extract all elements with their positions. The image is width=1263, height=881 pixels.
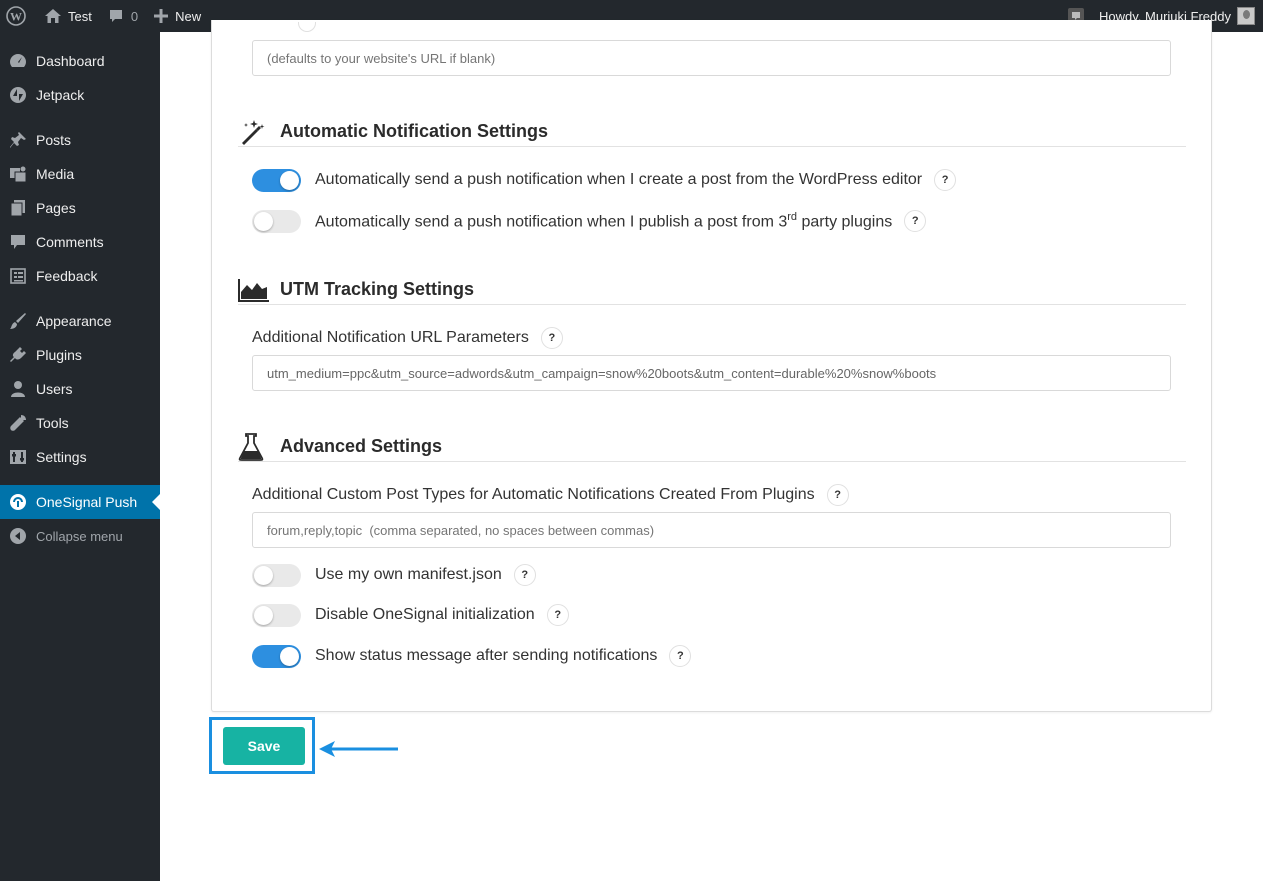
option-label: Disable OneSignal initialization bbox=[315, 606, 535, 623]
status-message-toggle[interactable] bbox=[252, 644, 301, 668]
site-name: Test bbox=[68, 8, 92, 24]
new-label: New bbox=[175, 8, 202, 24]
comment-icon bbox=[109, 10, 122, 22]
admin-sidebar: Dashboard Jetpack Posts Media Pages Comm… bbox=[0, 32, 160, 881]
wordpress-icon: W bbox=[6, 6, 26, 26]
wordpress-logo-button[interactable]: W bbox=[0, 0, 36, 32]
home-icon bbox=[45, 9, 61, 23]
option-label: Automatically send a push notification w… bbox=[315, 210, 893, 231]
disable-init-toggle[interactable] bbox=[252, 603, 301, 627]
plus-icon bbox=[154, 9, 169, 23]
sidebar-item-settings[interactable]: Settings bbox=[0, 440, 160, 474]
auto-send-editor-option: Automatically send a push notification w… bbox=[252, 168, 957, 192]
save-button[interactable]: Save bbox=[223, 727, 305, 765]
sidebar-item-label: Pages bbox=[36, 200, 76, 216]
pages-icon bbox=[10, 200, 25, 217]
sidebar-item-label: Appearance bbox=[36, 313, 112, 329]
sidebar-item-pages[interactable]: Pages bbox=[0, 191, 160, 225]
sidebar-item-label: Tools bbox=[36, 415, 69, 431]
sidebar-item-tools[interactable]: Tools bbox=[0, 406, 160, 440]
site-url-input[interactable] bbox=[252, 40, 1171, 76]
media-icon bbox=[10, 166, 27, 183]
help-icon[interactable]: ? bbox=[546, 604, 569, 626]
wrench-icon bbox=[10, 415, 26, 431]
svg-text:W: W bbox=[10, 10, 22, 24]
section-title: UTM Tracking Settings bbox=[280, 279, 475, 299]
user-icon bbox=[11, 381, 25, 397]
sidebar-item-label: Collapse menu bbox=[36, 528, 123, 544]
site-name-link[interactable]: Test bbox=[36, 0, 100, 32]
field-label: Additional Custom Post Types for Automat… bbox=[252, 486, 815, 503]
sidebar-item-users[interactable]: Users bbox=[0, 372, 160, 406]
sidebar-item-appearance[interactable]: Appearance bbox=[0, 304, 160, 338]
sidebar-item-posts[interactable]: Posts bbox=[0, 123, 160, 157]
manifest-toggle[interactable] bbox=[252, 563, 301, 587]
comments-count: 0 bbox=[130, 8, 139, 24]
sidebar-item-label: Media bbox=[36, 166, 75, 182]
settings-icon bbox=[10, 450, 26, 464]
sidebar-item-label: Posts bbox=[36, 132, 72, 148]
onesignal-icon bbox=[10, 494, 26, 510]
sidebar-item-feedback[interactable]: Feedback bbox=[0, 259, 160, 293]
section-title: Advanced Settings bbox=[280, 436, 443, 456]
utm-parameters-input[interactable] bbox=[252, 355, 1171, 391]
auto-send-plugins-toggle[interactable] bbox=[252, 209, 301, 233]
help-icon[interactable]: ? bbox=[826, 484, 849, 506]
sidebar-item-label: Settings bbox=[36, 449, 87, 465]
avatar bbox=[1237, 7, 1255, 25]
custom-post-types-input[interactable] bbox=[252, 512, 1171, 548]
option-label: Use my own manifest.json bbox=[315, 566, 502, 583]
auto-send-plugins-option: Automatically send a push notification w… bbox=[252, 208, 927, 234]
help-icon[interactable]: ? bbox=[934, 169, 957, 191]
option-label: Show status message after sending notifi… bbox=[315, 647, 658, 664]
sidebar-item-label: Plugins bbox=[36, 347, 82, 363]
comments-link[interactable]: 0 bbox=[100, 0, 146, 32]
sidebar-item-media[interactable]: Media bbox=[0, 157, 160, 191]
sidebar-item-comments[interactable]: Comments bbox=[0, 225, 160, 259]
sidebar-item-label: Feedback bbox=[36, 268, 98, 284]
sidebar-item-dashboard[interactable]: Dashboard bbox=[0, 44, 160, 78]
sidebar-item-jetpack[interactable]: Jetpack bbox=[0, 78, 160, 112]
option-label: Automatically send a push notification w… bbox=[315, 171, 923, 188]
arrow-left-icon bbox=[319, 741, 398, 757]
collapse-icon bbox=[10, 528, 26, 544]
help-icon[interactable]: ? bbox=[904, 210, 927, 232]
sidebar-item-plugins[interactable]: Plugins bbox=[0, 338, 160, 372]
feedback-icon bbox=[10, 268, 26, 284]
automatic-notification-settings-header: Automatic Notification Settings bbox=[238, 117, 1186, 147]
jetpack-icon bbox=[10, 87, 26, 103]
sidebar-item-label: Users bbox=[36, 381, 73, 397]
paintbrush-icon bbox=[10, 313, 26, 329]
dashboard-icon bbox=[10, 54, 26, 67]
utm-tracking-settings-header: UTM Tracking Settings bbox=[238, 275, 1186, 305]
comment-icon bbox=[11, 235, 25, 249]
help-icon[interactable]: ? bbox=[669, 645, 692, 667]
section-title: Automatic Notification Settings bbox=[280, 121, 549, 141]
sidebar-item-label: Jetpack bbox=[36, 87, 85, 103]
sidebar-item-label: OneSignal Push bbox=[36, 494, 138, 510]
sidebar-item-label: Comments bbox=[36, 234, 104, 250]
plugin-icon bbox=[10, 347, 26, 362]
sidebar-item-label: Dashboard bbox=[36, 53, 105, 69]
help-icon[interactable]: ? bbox=[513, 564, 536, 586]
flask-icon bbox=[238, 432, 264, 461]
new-content-link[interactable]: New bbox=[146, 0, 209, 32]
utm-parameters-label-row: Additional Notification URL Parameters ? bbox=[252, 326, 563, 350]
advanced-settings-header: Advanced Settings bbox=[238, 432, 1186, 462]
sidebar-item-onesignal-push[interactable]: OneSignal Push bbox=[0, 485, 160, 519]
status-message-option: Show status message after sending notifi… bbox=[252, 644, 692, 668]
help-icon[interactable]: ? bbox=[540, 327, 563, 349]
auto-send-editor-toggle[interactable] bbox=[252, 168, 301, 192]
custom-post-types-label-row: Additional Custom Post Types for Automat… bbox=[252, 483, 849, 507]
manifest-option: Use my own manifest.json ? bbox=[252, 563, 536, 587]
pin-icon bbox=[10, 132, 26, 148]
field-label: Additional Notification URL Parameters bbox=[252, 329, 529, 346]
disable-init-option: Disable OneSignal initialization ? bbox=[252, 603, 569, 627]
collapse-menu-button[interactable]: Collapse menu bbox=[0, 519, 160, 553]
magic-wand-icon bbox=[242, 119, 265, 145]
area-chart-icon bbox=[238, 278, 269, 302]
